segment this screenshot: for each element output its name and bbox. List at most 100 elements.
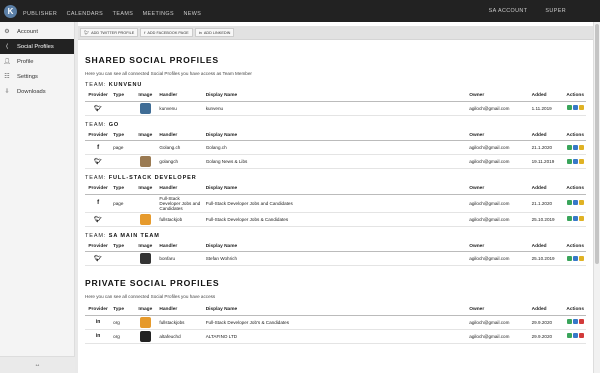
column-header-owner: Owner (467, 130, 530, 141)
account-menu[interactable]: SA ACCOUNT (489, 8, 528, 14)
user-icon: 👤︎ (3, 59, 11, 65)
team-profiles-table: Provider Type Image Handler Display Name Owne… (85, 91, 586, 116)
main-content: 🐦︎ ADD TWITTER PROFILE f ADD FACEBOOK PAGE… (78, 22, 593, 373)
team-profiles-table: Provider Type Image Handler Display Name Owne… (85, 184, 586, 227)
nav-publisher[interactable]: PUBLISHER (23, 11, 57, 17)
share-button[interactable] (573, 216, 578, 221)
avatar (139, 253, 151, 264)
avatar (139, 316, 151, 328)
share-button[interactable] (573, 319, 578, 324)
column-header-provider: Provider (85, 184, 112, 195)
top-bar: K PUBLISHER CALENDARS TEAMS MEETINGS NEW… (0, 0, 600, 22)
team-label: TEAM: (85, 232, 107, 239)
actions-cell (561, 212, 586, 227)
table-row: 🐦︎ golangch Golang News & Libs agiloch@g… (85, 154, 586, 169)
added-cell: 19.11.2019 (529, 154, 562, 169)
edit-button[interactable] (567, 144, 572, 150)
sidebar-item-profile[interactable]: 👤︎ Profile (0, 54, 74, 69)
settings-button[interactable] (579, 144, 584, 150)
column-header-actions: Actions (561, 184, 586, 195)
share-button[interactable] (573, 158, 578, 164)
actions-cell (561, 251, 586, 266)
added-cell: 21.1.2020 (529, 140, 562, 155)
edit-button[interactable] (567, 216, 572, 221)
edit-button[interactable] (567, 105, 572, 110)
twitter-icon: 🐦︎ (94, 159, 102, 165)
share-button[interactable] (573, 144, 578, 150)
settings-button[interactable] (579, 105, 584, 110)
sidebar-item-settings[interactable]: ☷ Settings (0, 69, 74, 84)
settings-button[interactable] (579, 216, 584, 221)
type-cell: org (111, 329, 134, 344)
share-button[interactable] (573, 333, 578, 338)
type-cell: org (111, 315, 134, 330)
handler-cell: golangch (157, 154, 204, 169)
avatar (139, 156, 151, 167)
image-cell (133, 194, 158, 213)
shared-subtitle: Here you can see all connected Social Pr… (85, 71, 252, 76)
edit-button[interactable] (567, 158, 572, 164)
sidebar-item-downloads[interactable]: ⇩ Downloads (0, 84, 74, 99)
table-row: in org altafeuchd ALTAFINO LTD agiloch@g… (85, 329, 586, 344)
share-button[interactable] (573, 105, 578, 110)
settings-button[interactable] (579, 200, 584, 205)
team-heading: TEAM: KUNVENU (85, 82, 586, 88)
nav-teams[interactable]: TEAMS (113, 11, 134, 17)
settings-button[interactable] (579, 158, 584, 164)
column-header-display: Display Name (203, 91, 468, 102)
column-header-actions: Actions (561, 241, 586, 252)
type-cell (111, 154, 134, 169)
nav-news[interactable]: NEWS (183, 11, 201, 17)
column-header-owner: Owner (467, 91, 530, 102)
column-header-provider: Provider (85, 241, 112, 252)
delete-button[interactable] (579, 333, 584, 338)
actions-cell (561, 315, 586, 330)
sidebar-item-label: Account (17, 28, 38, 35)
provider-cell: 🐦︎ (85, 101, 112, 116)
team-label: TEAM: (85, 82, 107, 88)
scrollbar-thumb[interactable] (595, 24, 599, 264)
column-header-type: Type (111, 241, 134, 252)
column-header-added: Added (529, 130, 562, 141)
sidebar-item-social-profiles[interactable]: ⟨ Social Profiles (0, 39, 74, 54)
share-button[interactable] (573, 200, 578, 205)
edit-button[interactable] (567, 200, 572, 205)
column-header-display: Display Name (203, 241, 468, 252)
add-facebook-button[interactable]: f ADD FACEBOOK PAGE (140, 28, 193, 37)
add-facebook-label: ADD FACEBOOK PAGE (147, 30, 189, 35)
image-cell (133, 315, 158, 330)
edit-button[interactable] (567, 333, 572, 338)
delete-button[interactable] (579, 319, 584, 324)
column-header-display: Display Name (203, 305, 468, 316)
team-heading: TEAM: SA MAIN TEAM (85, 233, 586, 239)
sidebar-collapse-button[interactable]: ↔ (0, 356, 75, 373)
added-cell: 25.10.2019 (529, 212, 562, 227)
actions-cell (561, 140, 586, 155)
column-header-handler: Handler (157, 305, 204, 316)
team-name: GO (108, 121, 120, 128)
sidebar-item-account[interactable]: ⚙ Account (0, 24, 74, 39)
edit-button[interactable] (567, 255, 572, 261)
table-header: Provider Type Image Handler Display Name Owne… (85, 130, 586, 141)
linkedin-icon: in (95, 333, 101, 339)
nav-calendars[interactable]: CALENDARS (67, 11, 104, 17)
owner-cell: agiloch@gmail.com (467, 315, 530, 330)
nav-meetings[interactable]: MEETINGS (143, 11, 174, 17)
team-heading: TEAM: FULL-STACK DEVELOPER (85, 175, 586, 181)
facebook-icon: f (97, 144, 100, 151)
sidebar-item-label: Social Profiles (17, 43, 54, 50)
page-scrollbar[interactable] (593, 22, 600, 373)
provider-cell: in (85, 329, 112, 344)
share-button[interactable] (573, 255, 578, 261)
add-linkedin-button[interactable]: in ADD LINKEDIN (194, 28, 235, 37)
image-cell (133, 140, 158, 155)
add-twitter-button[interactable]: 🐦︎ ADD TWITTER PROFILE (80, 28, 139, 37)
settings-button[interactable] (579, 255, 584, 261)
owner-cell: agiloch@gmail.com (467, 140, 530, 155)
download-icon: ⇩ (4, 89, 10, 95)
provider-cell: 🐦︎ (85, 154, 112, 169)
edit-button[interactable] (567, 319, 572, 324)
user-menu[interactable]: SUPER (545, 8, 566, 14)
private-table: Provider Type Image Handler Display Name Owne… (85, 305, 586, 344)
app-logo[interactable]: K (4, 4, 17, 18)
